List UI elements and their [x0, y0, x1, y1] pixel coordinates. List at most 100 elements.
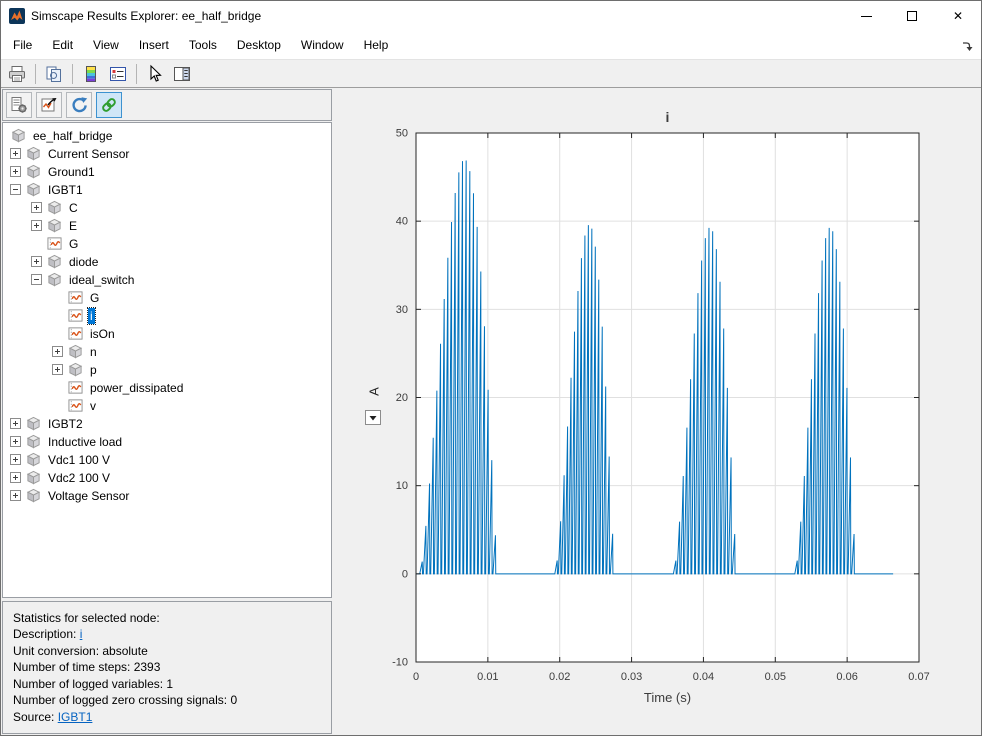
stats-line: Number of logged variables: 1 — [13, 676, 321, 693]
expander-plus-icon[interactable] — [52, 364, 63, 375]
tree-node-i[interactable]: i — [3, 307, 331, 325]
tree-node-voltage-sensor[interactable]: Voltage Sensor — [3, 487, 331, 505]
tree-node-v[interactable]: v — [3, 397, 331, 415]
expander-plus-icon[interactable] — [10, 436, 21, 447]
x-tick-label: 0.01 — [477, 671, 498, 683]
expander-plus-icon[interactable] — [10, 490, 21, 501]
property-editor-button[interactable] — [170, 62, 194, 86]
menu-tools[interactable]: Tools — [179, 33, 227, 57]
stats-text: Unit conversion: absolute — [13, 644, 148, 658]
maximize-button[interactable] — [889, 1, 935, 31]
tree-node-diode[interactable]: diode — [3, 253, 331, 271]
tree-node-label: IGBT1 — [46, 182, 85, 198]
tree-node-current-sensor[interactable]: Current Sensor — [3, 145, 331, 163]
tree-node-e[interactable]: E — [3, 217, 331, 235]
tree-node-ideal-switch[interactable]: ideal_switch — [3, 271, 331, 289]
refresh-button[interactable] — [66, 92, 92, 118]
chevron-down-icon — [369, 415, 377, 421]
expander-plus-icon[interactable] — [31, 202, 42, 213]
signal-icon — [68, 398, 83, 413]
dock-arrow-icon[interactable] — [961, 40, 973, 52]
tree-node-c[interactable]: C — [3, 199, 331, 217]
legend-button[interactable] — [106, 62, 130, 86]
expander-plus-icon[interactable] — [10, 454, 21, 465]
tree-node-label: isOn — [88, 326, 117, 342]
tree-node-label: i — [88, 308, 95, 324]
expander-plus-icon[interactable] — [10, 166, 21, 177]
cube-icon — [47, 254, 62, 269]
explorer-toolbar — [2, 89, 332, 121]
pointer-button[interactable] — [143, 62, 167, 86]
options-button[interactable] — [6, 92, 32, 118]
menu-insert[interactable]: Insert — [129, 33, 179, 57]
tree-node-inductive-load[interactable]: Inductive load — [3, 433, 331, 451]
stats-link-igbt1[interactable]: IGBT1 — [58, 710, 93, 724]
print-button[interactable] — [5, 62, 29, 86]
x-tick-label: 0.05 — [765, 671, 786, 683]
x-tick-label: 0.03 — [621, 671, 642, 683]
close-icon: ✕ — [953, 10, 963, 22]
signal-icon — [68, 380, 83, 395]
stats-text: Statistics for selected node: — [13, 611, 160, 625]
expander-plus-icon[interactable] — [10, 472, 21, 483]
tree-node-vdc1-100-v[interactable]: Vdc1 100 V — [3, 451, 331, 469]
expander-plus-icon[interactable] — [10, 148, 21, 159]
stats-line: Unit conversion: absolute — [13, 643, 321, 660]
tree-node-label: E — [67, 218, 79, 234]
tree-node-n[interactable]: n — [3, 343, 331, 361]
tree-node-power-dissipated[interactable]: power_dissipated — [3, 379, 331, 397]
link-icon — [99, 95, 119, 115]
expander-plus-icon[interactable] — [52, 346, 63, 357]
export-plot-button[interactable] — [36, 92, 62, 118]
expander-minus-icon[interactable] — [10, 184, 21, 195]
tree-node-igbt1[interactable]: IGBT1 — [3, 181, 331, 199]
colorbar-button[interactable] — [79, 62, 103, 86]
menu-help[interactable]: Help — [354, 33, 399, 57]
cube-icon — [26, 416, 41, 431]
tree-node-igbt2[interactable]: IGBT2 — [3, 415, 331, 433]
tree-node-ison[interactable]: isOn — [3, 325, 331, 343]
tree-node-g[interactable]: G — [3, 289, 331, 307]
print-preview-button[interactable] — [42, 62, 66, 86]
y-tick-label: 10 — [396, 480, 408, 492]
expander-plus-icon[interactable] — [10, 418, 21, 429]
tree-node-vdc2-100-v[interactable]: Vdc2 100 V — [3, 469, 331, 487]
stats-link-i[interactable]: i — [80, 627, 83, 641]
options-icon — [9, 95, 29, 115]
cube-icon — [11, 128, 26, 143]
y-tick-label: 30 — [396, 304, 408, 316]
tree-node-ground1[interactable]: Ground1 — [3, 163, 331, 181]
tree-node-g[interactable]: G — [3, 235, 331, 253]
minimize-button[interactable] — [843, 1, 889, 31]
figure-toolbar — [1, 59, 981, 88]
tree-node-label: power_dissipated — [88, 380, 185, 396]
x-tick-label: 0.06 — [836, 671, 857, 683]
signal-icon — [68, 326, 83, 341]
tree-node-label: Vdc1 100 V — [46, 452, 112, 468]
x-tick-label: 0.07 — [908, 671, 929, 683]
tree-node-ee-half-bridge[interactable]: ee_half_bridge — [3, 127, 331, 145]
stats-text: Description: — [13, 627, 80, 641]
tree-node-p[interactable]: p — [3, 361, 331, 379]
tree-node-label: Voltage Sensor — [46, 488, 131, 504]
expander-plus-icon[interactable] — [31, 256, 42, 267]
stats-line: Source: IGBT1 — [13, 709, 321, 726]
expander-minus-icon[interactable] — [31, 274, 42, 285]
menu-desktop[interactable]: Desktop — [227, 33, 291, 57]
toolbar-separator — [136, 64, 137, 84]
expander-plus-icon[interactable] — [31, 220, 42, 231]
unit-dropdown-button[interactable] — [365, 410, 381, 425]
cube-icon — [26, 470, 41, 485]
current-plot: 00.010.020.030.040.050.060.07-1001020304… — [333, 88, 981, 735]
tree-node-label: v — [88, 398, 98, 414]
tree-node-label: ideal_switch — [67, 272, 136, 288]
menu-edit[interactable]: Edit — [42, 33, 83, 57]
statistics-panel: Statistics for selected node: Description… — [2, 601, 332, 735]
refresh-icon — [69, 95, 89, 115]
link-button[interactable] — [96, 92, 122, 118]
menu-view[interactable]: View — [83, 33, 129, 57]
menu-file[interactable]: File — [3, 33, 42, 57]
y-tick-label: 0 — [402, 568, 408, 580]
close-button[interactable]: ✕ — [935, 1, 981, 31]
menu-window[interactable]: Window — [291, 33, 354, 57]
